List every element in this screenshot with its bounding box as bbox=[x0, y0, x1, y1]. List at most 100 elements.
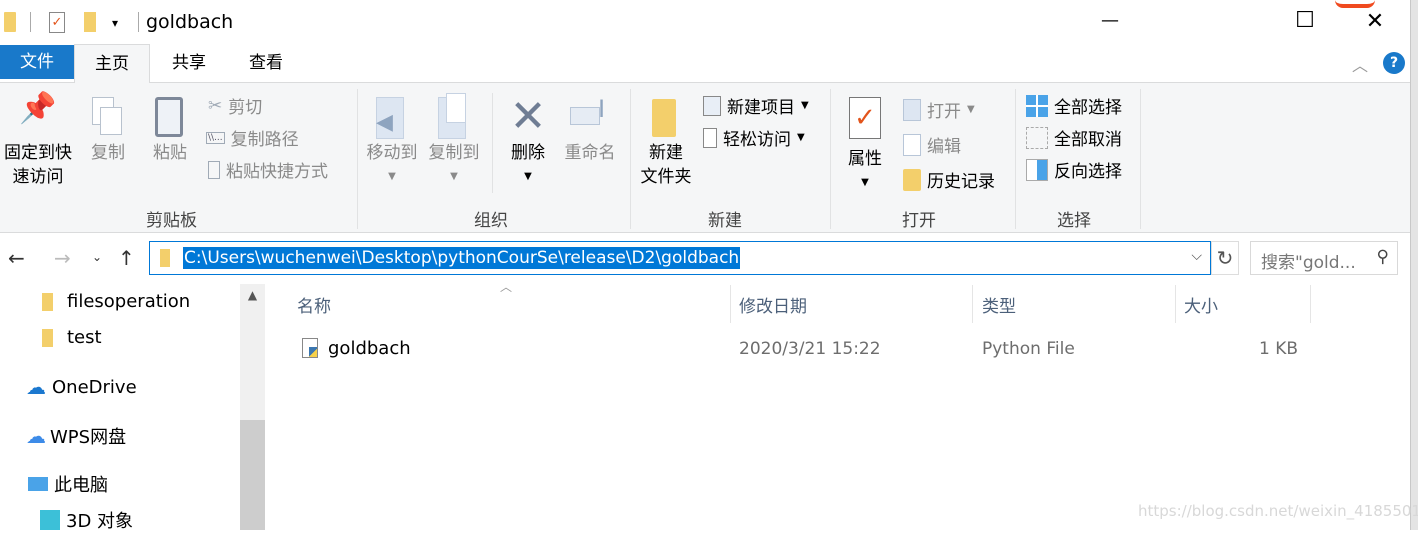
invert-selection-button[interactable]: 反向选择 bbox=[1026, 157, 1122, 182]
nav-item-this-pc[interactable]: 此电脑 bbox=[28, 471, 108, 497]
search-icon: ⚲ bbox=[1376, 247, 1389, 267]
history-button[interactable]: 历史记录 bbox=[903, 167, 995, 192]
address-bar[interactable]: C:\Users\wuchenwei\Desktop\pythonCourSe\… bbox=[149, 241, 1211, 275]
column-size[interactable]: 大小 bbox=[1184, 292, 1218, 317]
computer-icon bbox=[28, 477, 48, 491]
invert-selection-icon bbox=[1026, 158, 1048, 181]
copy-path-icon: \\... bbox=[206, 131, 225, 144]
rename-button[interactable]: I 重命名 bbox=[560, 97, 620, 165]
help-icon[interactable]: ? bbox=[1383, 52, 1405, 74]
open-icon bbox=[903, 98, 921, 121]
tab-file[interactable]: 文件 bbox=[0, 45, 74, 79]
ribbon: 📌 固定到快 速访问 复制 粘贴 ✂ 剪切 \\... 复制路径 粘贴快捷方式 剪贴… bbox=[0, 82, 1410, 233]
open-button[interactable]: 打开 ▼ bbox=[903, 97, 975, 122]
delete-button[interactable]: ✕ 删除 ▼ bbox=[502, 91, 554, 189]
folder-icon bbox=[634, 97, 698, 141]
nav-item-test[interactable]: test bbox=[42, 327, 102, 348]
column-name[interactable]: 名称 bbox=[297, 292, 331, 317]
nav-item-3d-objects[interactable]: 3D 对象 bbox=[40, 507, 133, 533]
new-folder-button[interactable]: 新建 文件夹 bbox=[634, 97, 698, 189]
easy-access-icon bbox=[703, 127, 717, 148]
refresh-button[interactable]: ↻ bbox=[1211, 241, 1239, 275]
column-type[interactable]: 类型 bbox=[982, 292, 1016, 317]
cloud-icon: ☁ bbox=[26, 375, 46, 399]
select-none-button[interactable]: 全部取消 bbox=[1026, 125, 1122, 150]
collapse-ribbon-icon[interactable]: ︿ bbox=[1352, 52, 1368, 76]
new-folder-quick-icon[interactable] bbox=[84, 12, 96, 32]
edit-button[interactable]: 编辑 bbox=[903, 132, 961, 157]
new-item-icon bbox=[703, 95, 721, 116]
file-modified: 2020/3/21 15:22 bbox=[739, 339, 881, 359]
select-all-icon bbox=[1026, 94, 1048, 117]
group-label-clipboard: 剪贴板 bbox=[146, 211, 197, 231]
move-to-button[interactable]: ◀ 移动到 ▼ bbox=[362, 97, 422, 189]
group-label-new: 新建 bbox=[708, 211, 742, 231]
file-type: Python File bbox=[982, 339, 1075, 359]
nav-item-filesoperation[interactable]: filesoperation bbox=[42, 291, 190, 312]
shortcut-icon bbox=[208, 160, 220, 179]
copy-path-button[interactable]: \\... 复制路径 bbox=[206, 125, 299, 150]
cube-icon bbox=[40, 510, 60, 530]
easy-access-button[interactable]: 轻松访问 ▼ bbox=[703, 125, 805, 150]
python-file-icon bbox=[302, 338, 318, 358]
cloud-outline-icon: ☁ bbox=[26, 424, 46, 448]
rename-icon: I bbox=[560, 97, 620, 141]
search-input[interactable]: 搜索"gold... ⚲ bbox=[1250, 241, 1398, 275]
forward-button[interactable]: → bbox=[54, 246, 71, 270]
copy-to-button[interactable]: 复制到 ▼ bbox=[424, 93, 484, 189]
folder-icon bbox=[42, 328, 53, 347]
new-item-button[interactable]: 新建项目 ▼ bbox=[703, 93, 809, 118]
file-name: goldbach bbox=[328, 338, 411, 359]
pin-icon: 📌 bbox=[19, 91, 57, 126]
delete-x-icon: ✕ bbox=[509, 91, 547, 142]
nav-item-wps[interactable]: ☁ WPS网盘 bbox=[26, 423, 126, 449]
tab-view[interactable]: 查看 bbox=[228, 44, 304, 82]
paste-icon bbox=[146, 97, 194, 141]
copy-icon bbox=[86, 97, 130, 141]
scroll-up-arrow[interactable]: ▲ bbox=[240, 284, 265, 302]
pin-to-quick-access-button[interactable]: 📌 固定到快 速访问 bbox=[0, 91, 76, 189]
close-button[interactable]: ✕ bbox=[1345, 9, 1405, 34]
window-title: goldbach bbox=[146, 11, 234, 33]
file-size: 1 KB bbox=[1258, 339, 1298, 359]
sort-arrow-icon: ︿ bbox=[500, 280, 513, 294]
properties-button[interactable]: ✓ 属性 ▼ bbox=[838, 97, 892, 195]
address-path[interactable]: C:\Users\wuchenwei\Desktop\pythonCourSe\… bbox=[183, 247, 741, 269]
title-bar: ✓ ▾ goldbach — ☐ ✕ bbox=[0, 0, 1418, 44]
scroll-thumb[interactable] bbox=[240, 420, 265, 530]
properties-quick-icon[interactable]: ✓ bbox=[49, 12, 65, 33]
copy-button[interactable]: 复制 bbox=[86, 97, 130, 165]
watermark: https://blog.csdn.net/weixin_41855010 bbox=[1138, 502, 1418, 520]
maximize-button[interactable]: ☐ bbox=[1275, 8, 1335, 33]
select-all-button[interactable]: 全部选择 bbox=[1026, 93, 1122, 118]
group-label-open: 打开 bbox=[902, 211, 936, 231]
paste-button[interactable]: 粘贴 bbox=[146, 97, 194, 165]
properties-icon: ✓ bbox=[838, 97, 892, 147]
tab-home[interactable]: 主页 bbox=[74, 44, 150, 83]
address-dropdown-icon[interactable]: ⌵ bbox=[1191, 248, 1202, 264]
customize-quick-access-icon[interactable]: ▾ bbox=[112, 16, 118, 30]
nav-item-onedrive[interactable]: ☁ OneDrive bbox=[26, 375, 137, 399]
move-to-icon: ◀ bbox=[362, 97, 422, 141]
folder-icon bbox=[42, 292, 53, 311]
paste-shortcut-button[interactable]: 粘贴快捷方式 bbox=[208, 157, 328, 182]
folder-icon bbox=[4, 12, 16, 32]
ribbon-tabs: 文件 主页 共享 查看 ︿ ? bbox=[0, 44, 1410, 83]
history-icon bbox=[903, 168, 921, 191]
file-row[interactable]: goldbach 2020/3/21 15:22 Python File 1 K… bbox=[290, 334, 1320, 366]
up-button[interactable]: ↑ bbox=[118, 246, 135, 270]
nav-scrollbar[interactable]: ▲ bbox=[240, 284, 265, 530]
select-none-icon bbox=[1026, 126, 1048, 149]
copy-to-icon bbox=[424, 93, 484, 141]
group-label-organize: 组织 bbox=[474, 211, 508, 231]
recent-locations-button[interactable]: ⌄ bbox=[92, 250, 102, 264]
edit-icon bbox=[903, 133, 921, 156]
scissors-icon: ✂ bbox=[208, 95, 223, 116]
back-button[interactable]: ← bbox=[8, 246, 25, 270]
folder-icon bbox=[160, 249, 170, 267]
group-label-select: 选择 bbox=[1057, 211, 1091, 231]
tab-share[interactable]: 共享 bbox=[150, 44, 228, 82]
minimize-button[interactable]: — bbox=[1080, 10, 1140, 31]
column-modified[interactable]: 修改日期 bbox=[739, 292, 807, 317]
cut-button[interactable]: ✂ 剪切 bbox=[208, 93, 262, 119]
